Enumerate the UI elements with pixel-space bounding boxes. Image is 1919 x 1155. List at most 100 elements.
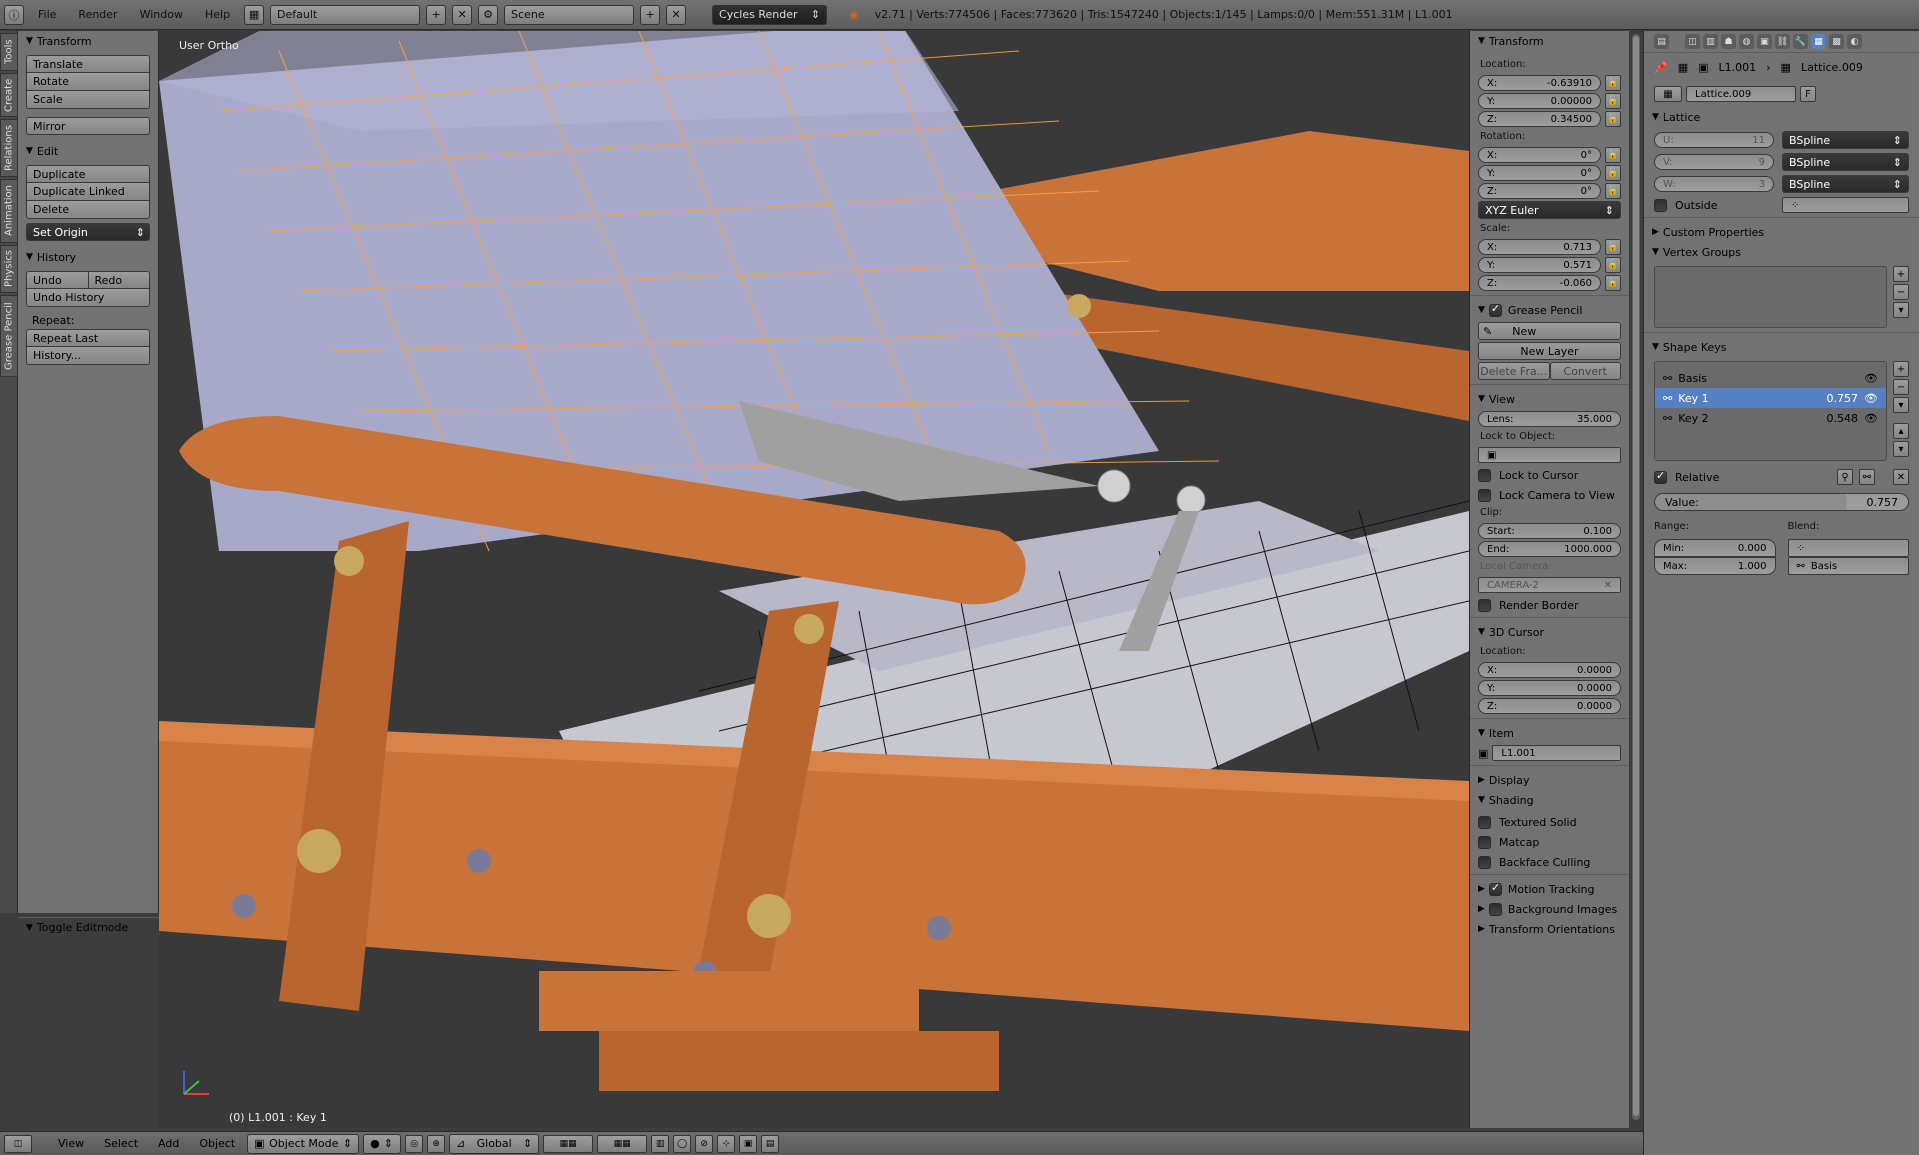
render-border-check[interactable]: Render Border xyxy=(1478,597,1621,613)
tab-relations[interactable]: Relations xyxy=(0,119,18,177)
delete-button[interactable]: Delete xyxy=(26,201,150,219)
lock-to-cursor-check[interactable]: Lock to Cursor xyxy=(1478,467,1621,483)
scale-z-field[interactable]: Z: -0.060 xyxy=(1478,275,1601,291)
set-origin-dropdown[interactable]: Set Origin ⇕ xyxy=(26,223,150,241)
pivot-icon[interactable]: ◎ xyxy=(405,1134,424,1153)
remove-icon[interactable]: − xyxy=(1893,379,1909,395)
lock-icon[interactable]: 🔓 xyxy=(1605,275,1621,291)
menu-help[interactable]: Help xyxy=(197,8,238,21)
add-icon[interactable]: + xyxy=(1893,361,1909,377)
menu-object[interactable]: Object xyxy=(191,1137,243,1150)
add-layout-icon[interactable]: + xyxy=(426,4,447,25)
undo-history-button[interactable]: Undo History xyxy=(26,289,150,307)
modifiers-tab-icon[interactable]: 🔧 xyxy=(1793,34,1808,49)
menu-file[interactable]: File xyxy=(30,8,64,21)
menu-view[interactable]: View xyxy=(50,1137,92,1150)
menu-select[interactable]: Select xyxy=(96,1137,146,1150)
viewport-scene[interactable] xyxy=(159,31,1469,1128)
scene-selector[interactable]: Scene xyxy=(504,4,635,25)
panel-transform-header[interactable]: ▼ Transform xyxy=(18,31,158,51)
remove-icon[interactable]: − xyxy=(1893,284,1909,300)
gp-new-button[interactable]: ✎ New xyxy=(1478,322,1621,340)
render-animation-icon[interactable]: ▤ xyxy=(761,1134,780,1153)
lock-icon[interactable]: 🔓 xyxy=(1605,93,1621,109)
lock-camera-check[interactable]: Lock Camera to View xyxy=(1478,487,1621,503)
scene-icon[interactable]: ⚙ xyxy=(478,4,499,25)
render-image-icon[interactable]: ▣ xyxy=(739,1134,758,1153)
remove-layout-icon[interactable]: ✕ xyxy=(452,4,473,25)
shape-key-value-slider[interactable]: Value: 0.757 xyxy=(1654,493,1909,511)
backface-culling-check[interactable]: Backface Culling xyxy=(1478,854,1621,870)
lock-icon[interactable]: 🔓 xyxy=(1605,165,1621,181)
item-name-field[interactable]: L1.001 xyxy=(1492,745,1621,761)
rotation-z-field[interactable]: Z: 0° xyxy=(1478,183,1601,199)
gp-new-layer-button[interactable]: New Layer xyxy=(1478,342,1621,360)
snap-icon[interactable]: ⊘ xyxy=(695,1134,714,1153)
rotate-button[interactable]: Rotate xyxy=(26,73,150,91)
clear-icon[interactable]: ✕ xyxy=(1893,469,1909,485)
shape-keys-header[interactable]: ▼ Shape Keys xyxy=(1644,337,1919,357)
grease-pencil-checkbox[interactable] xyxy=(1488,302,1502,317)
duplicate-button[interactable]: Duplicate xyxy=(26,165,150,183)
np-shading-header[interactable]: ▼ Shading xyxy=(1470,790,1629,810)
rotation-y-field[interactable]: Y: 0° xyxy=(1478,165,1601,181)
gp-convert-button[interactable]: Convert xyxy=(1549,362,1621,380)
lens-field[interactable]: Lens: 35.000 xyxy=(1478,411,1621,427)
menu-window[interactable]: Window xyxy=(132,8,191,21)
translate-button[interactable]: Translate xyxy=(26,55,150,73)
checkbox[interactable] xyxy=(1478,488,1491,502)
vertex-group-field[interactable]: ⁘ xyxy=(1782,197,1909,213)
tab-tools[interactable]: Tools xyxy=(0,33,18,71)
lock-icon[interactable]: 🔓 xyxy=(1605,239,1621,255)
menu-down-icon[interactable]: ▾ xyxy=(1893,302,1909,318)
interp-w-dropdown[interactable]: BSpline ⇕ xyxy=(1782,175,1909,193)
location-z-field[interactable]: Z: 0.34500 xyxy=(1478,111,1601,127)
motion-tracking-checkbox[interactable] xyxy=(1488,881,1502,896)
lock-icon[interactable]: 🔓 xyxy=(1605,75,1621,91)
cursor-y-field[interactable]: Y: 0.0000 xyxy=(1478,680,1621,696)
render-layers-tab-icon[interactable]: ▥ xyxy=(1703,34,1718,49)
tab-animation[interactable]: Animation xyxy=(0,179,18,243)
panel-edit-header[interactable]: ▼ Edit xyxy=(18,141,158,161)
fake-user-button[interactable]: F xyxy=(1800,86,1816,102)
snap-element-icon[interactable]: ⊹ xyxy=(717,1134,736,1153)
eye-icon[interactable]: 👁 xyxy=(1864,412,1878,425)
pin-icon[interactable]: ⚲ xyxy=(1837,469,1853,485)
background-images-checkbox[interactable] xyxy=(1488,902,1502,916)
tab-create[interactable]: Create xyxy=(0,73,18,117)
editor-type-icon[interactable]: ⓘ xyxy=(4,4,24,25)
scale-x-field[interactable]: X: 0.713 xyxy=(1478,239,1601,255)
undo-button[interactable]: Undo xyxy=(26,271,89,289)
tab-grease-pencil[interactable]: Grease Pencil xyxy=(0,295,18,377)
textured-solid-check[interactable]: Textured Solid xyxy=(1478,814,1621,830)
np-transform-header[interactable]: ▼ Transform xyxy=(1470,31,1629,51)
menu-add[interactable]: Add xyxy=(150,1137,187,1150)
edit-mode-icon[interactable]: ⚯ xyxy=(1859,469,1875,485)
pin-icon[interactable]: 📌 xyxy=(1654,61,1668,74)
np-item-header[interactable]: ▼ Item xyxy=(1470,723,1629,743)
3d-viewport[interactable]: User Ortho (0) L1.001 : Key 1 xyxy=(159,31,1469,1128)
shape-key-item[interactable]: ⚯ Basis 👁 xyxy=(1655,368,1886,388)
lattice-w-field[interactable]: W: 3 xyxy=(1654,176,1774,192)
menu-down-icon[interactable]: ▾ xyxy=(1893,397,1909,413)
eye-icon[interactable]: 👁 xyxy=(1864,372,1878,385)
shape-keys-list[interactable]: ⚯ Basis 👁 ⚯ Key 1 0.757 👁 ⚯ Key 2 0.548 👁 xyxy=(1654,361,1887,461)
render-engine-dropdown[interactable]: Cycles Render ⇕ xyxy=(712,4,828,25)
add-scene-icon[interactable]: + xyxy=(640,4,661,25)
checkbox[interactable] xyxy=(1478,468,1491,482)
manipulator-icon[interactable]: ⊕ xyxy=(427,1134,446,1153)
interp-u-dropdown[interactable]: BSpline ⇕ xyxy=(1782,131,1909,149)
scale-button[interactable]: Scale xyxy=(26,91,150,109)
checkbox[interactable] xyxy=(1478,598,1491,612)
constraints-tab-icon[interactable]: ⛓ xyxy=(1775,34,1790,49)
lock-icon[interactable]: 🔓 xyxy=(1605,183,1621,199)
lattice-v-field[interactable]: V: 9 xyxy=(1654,154,1774,170)
custom-properties-header[interactable]: ▶ Custom Properties xyxy=(1644,222,1919,242)
relative-check[interactable]: Relative xyxy=(1654,469,1831,485)
texture-tab-icon[interactable]: ▩ xyxy=(1829,34,1844,49)
gp-delete-frame-button[interactable]: Delete Fra... xyxy=(1478,362,1550,380)
physics-tab-icon[interactable]: ◐ xyxy=(1847,34,1862,49)
np-background-images-header[interactable]: ▶ Background Images xyxy=(1470,899,1629,919)
checkbox[interactable] xyxy=(1654,198,1667,212)
cursor-z-field[interactable]: Z: 0.0000 xyxy=(1478,698,1621,714)
